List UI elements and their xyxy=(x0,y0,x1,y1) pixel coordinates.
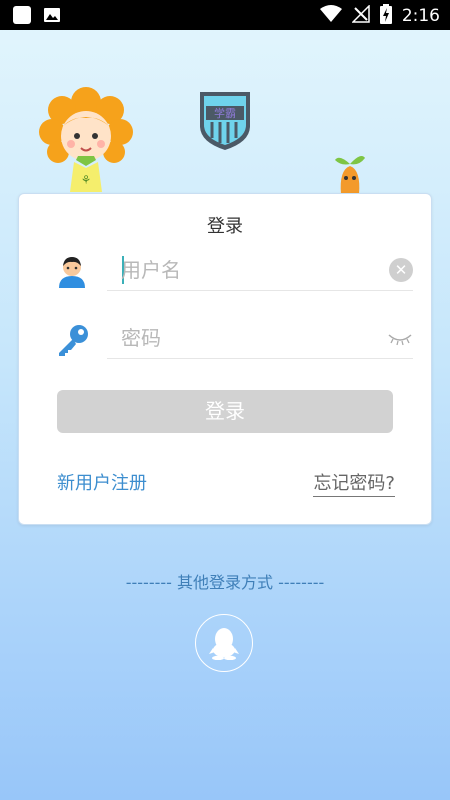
eye-closed-icon[interactable] xyxy=(387,331,413,346)
sprout-mascot xyxy=(333,150,367,194)
login-card: 登录 ✕ xyxy=(18,193,432,525)
battery-charging-icon xyxy=(379,4,392,28)
username-field-row: ✕ xyxy=(107,250,413,291)
no-signal-icon xyxy=(351,4,370,27)
forgot-password-link[interactable]: 忘记密码? xyxy=(313,469,395,497)
image-notification-icon xyxy=(42,5,62,29)
wifi-icon xyxy=(319,5,342,27)
user-avatar-icon xyxy=(55,254,89,292)
qq-icon xyxy=(209,628,239,660)
qq-login-button[interactable] xyxy=(195,614,253,672)
username-input[interactable] xyxy=(121,256,371,284)
password-input[interactable] xyxy=(121,324,371,352)
password-field-row xyxy=(107,318,413,359)
svg-text:⚘: ⚘ xyxy=(81,173,92,187)
clock-time: 2:16 xyxy=(401,6,440,26)
svg-text:学霸: 学霸 xyxy=(214,106,236,120)
login-card-title: 登录 xyxy=(207,216,243,237)
status-bar: 2:16 xyxy=(0,0,450,30)
flower-mascot: ⚘ xyxy=(38,86,134,194)
login-button[interactable]: 登录 xyxy=(57,390,393,433)
register-link[interactable]: 新用户注册 xyxy=(57,469,147,495)
other-login-label: -------- 其他登录方式 -------- xyxy=(125,573,325,592)
key-icon xyxy=(55,322,91,362)
app-notification-icon xyxy=(12,5,32,29)
school-badge-logo: 学霸 xyxy=(196,88,254,152)
clear-input-icon[interactable]: ✕ xyxy=(389,258,413,282)
